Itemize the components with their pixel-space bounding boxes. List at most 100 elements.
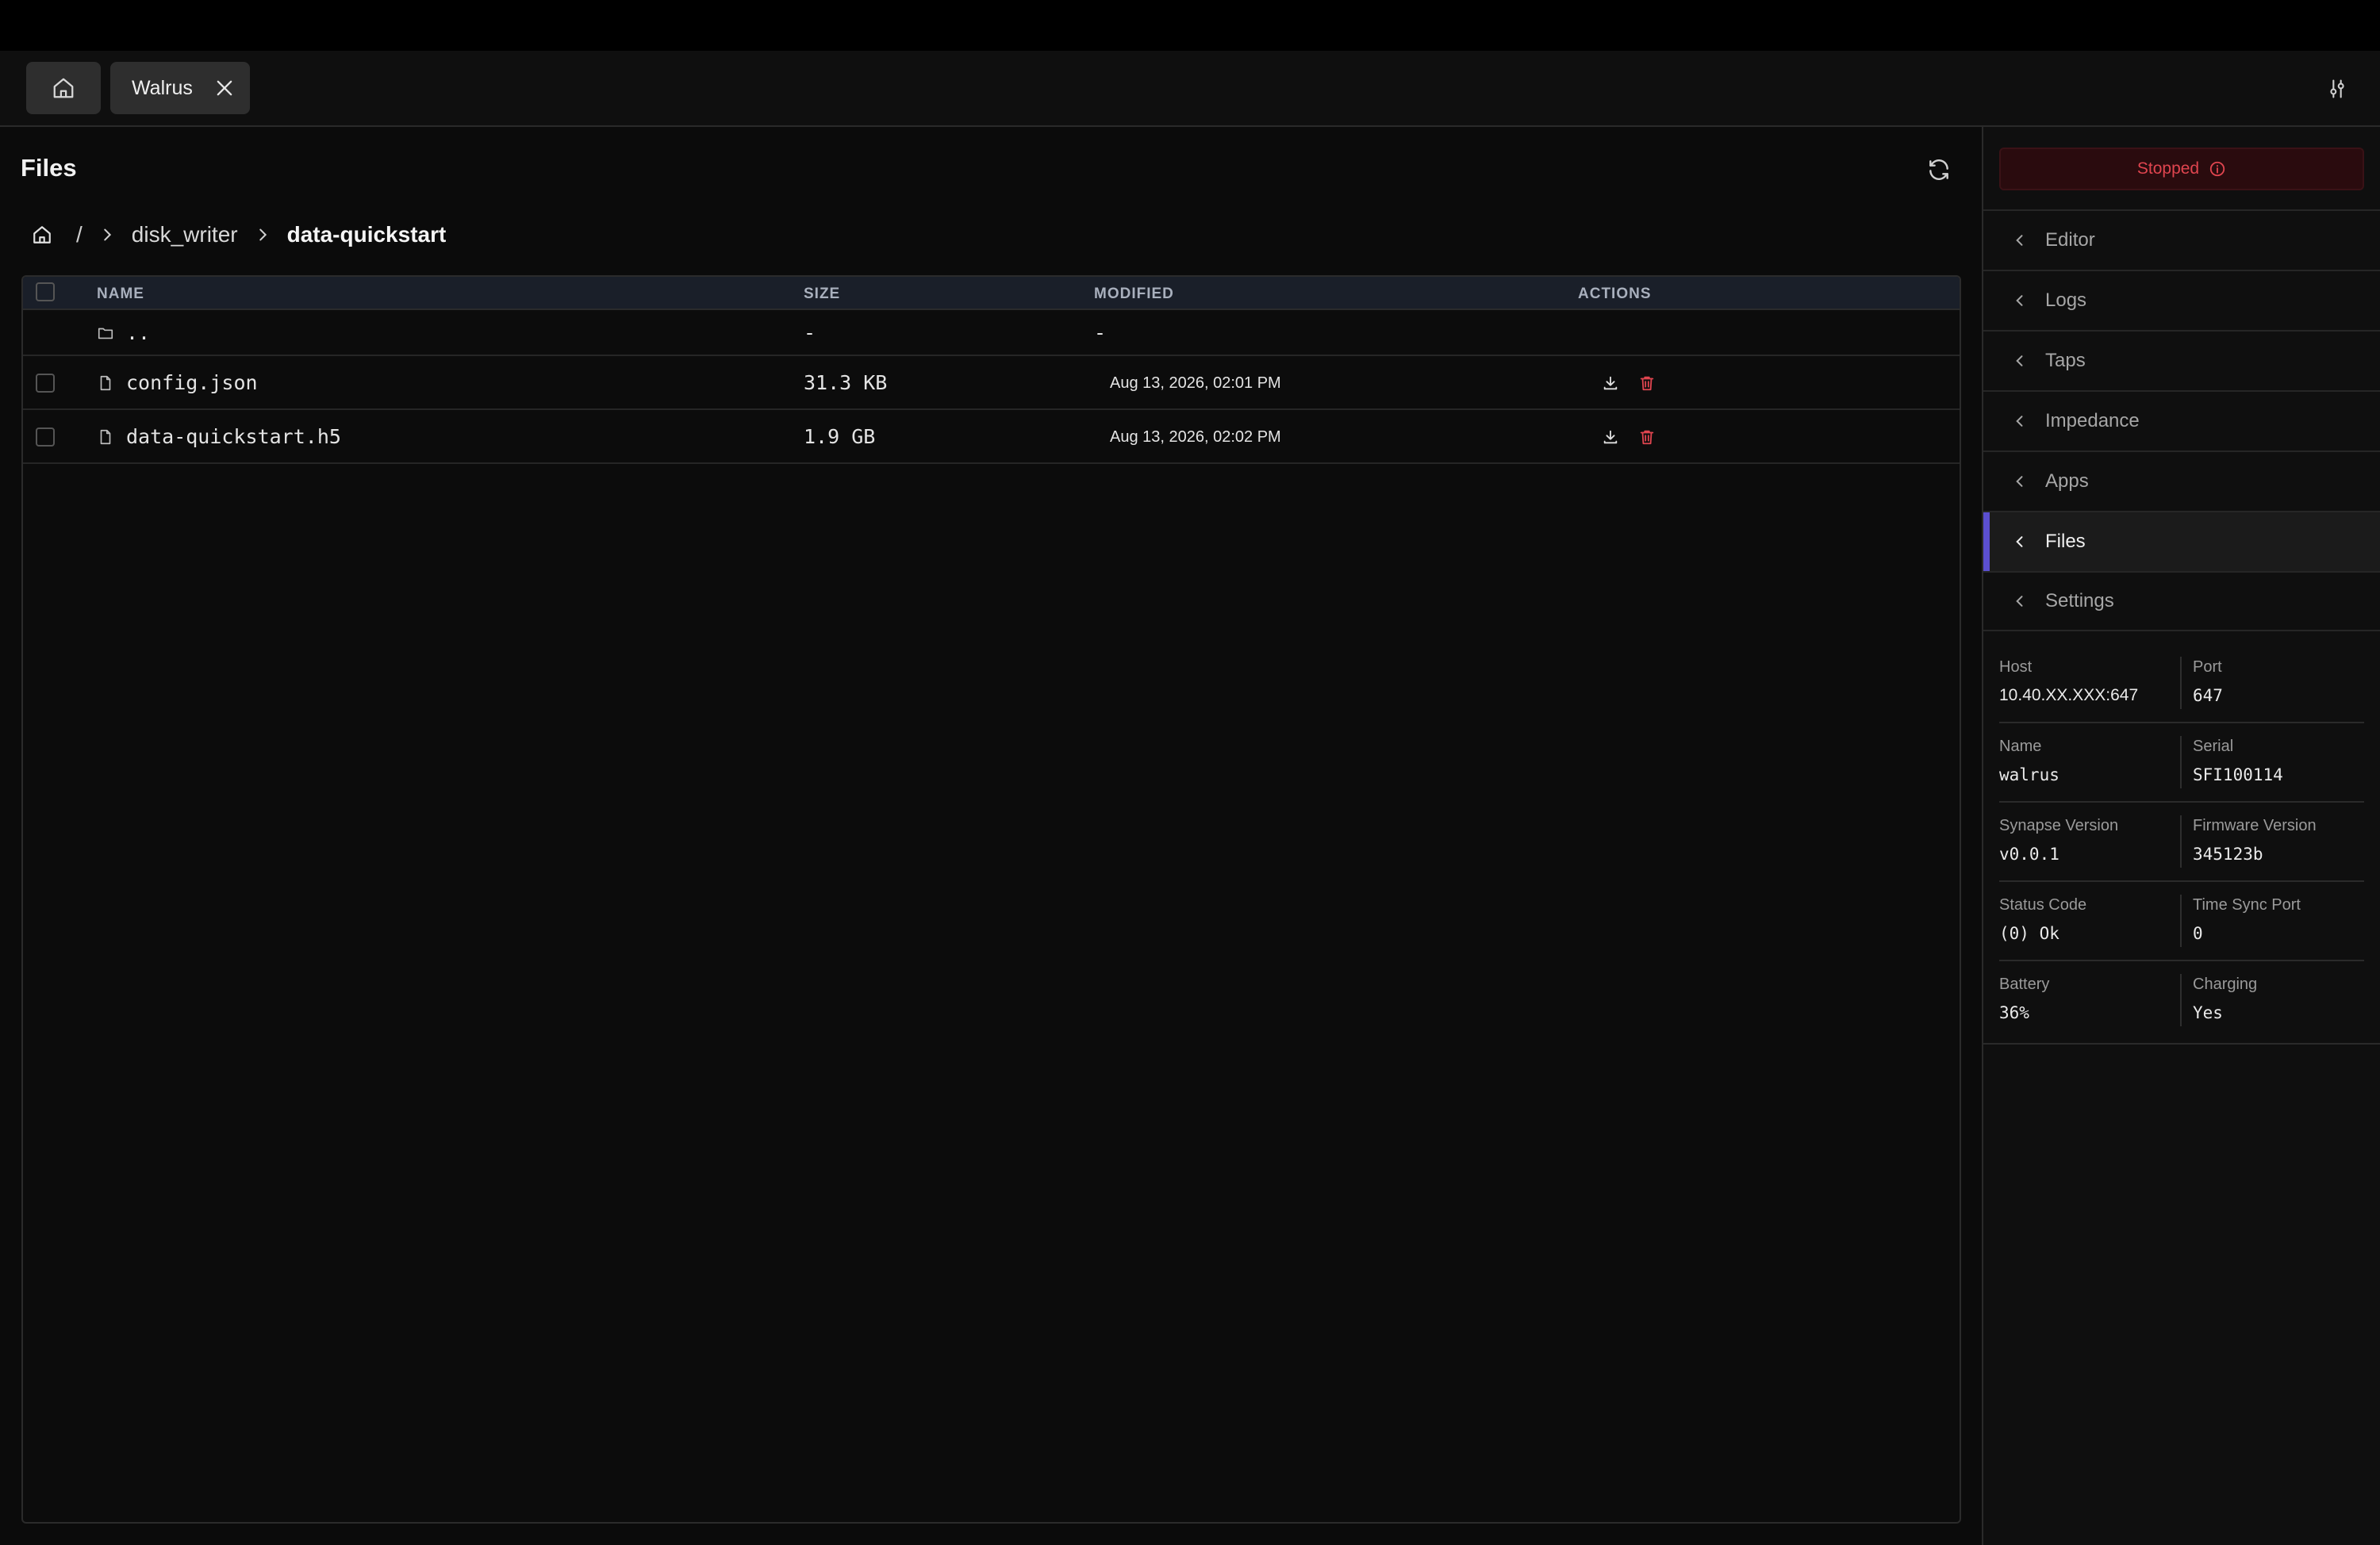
table-row[interactable]: data-quickstart.h5 1.9 GB Aug 13, 2026, … bbox=[23, 410, 1960, 464]
sidebar-item-editor[interactable]: Editor bbox=[1983, 209, 2380, 270]
device-info: Host 10.40.XX.XXX:647 Port 647 Name walr… bbox=[1983, 644, 2380, 1041]
column-header-name[interactable]: NAME bbox=[97, 286, 144, 303]
status-text: Stopped bbox=[2136, 159, 2200, 178]
chevron-left-icon bbox=[2016, 536, 2023, 547]
file-modified: Aug 13, 2026, 02:02 PM bbox=[1110, 428, 1281, 446]
file-name[interactable]: data-quickstart.h5 bbox=[126, 425, 341, 448]
info-synapse-version: Synapse Version v0.0.1 bbox=[1999, 817, 2118, 864]
table-header: NAME SIZE MODIFIED ACTIONS bbox=[23, 277, 1960, 310]
folder-icon bbox=[98, 328, 113, 339]
download-icon[interactable] bbox=[1602, 374, 1619, 392]
info-icon[interactable] bbox=[2209, 160, 2226, 178]
delete-icon[interactable] bbox=[1638, 374, 1656, 392]
chevron-left-icon bbox=[2016, 476, 2023, 487]
sidebar-item-label: Apps bbox=[2045, 470, 2089, 492]
chevron-left-icon bbox=[2016, 596, 2023, 607]
info-row-battery: Battery 36% Charging Yes bbox=[1999, 961, 2364, 1041]
chevron-right-icon bbox=[259, 228, 267, 241]
breadcrumb-item-current: data-quickstart bbox=[286, 222, 447, 247]
info-name: Name walrus bbox=[1999, 738, 2059, 784]
info-label: Firmware Version bbox=[2193, 817, 2317, 834]
settings-sliders-icon[interactable] bbox=[2326, 78, 2348, 100]
close-icon[interactable] bbox=[213, 77, 236, 99]
info-row-name: Name walrus Serial SFI100114 bbox=[1999, 723, 2364, 803]
info-value: walrus bbox=[1999, 765, 2059, 784]
info-label: Serial bbox=[2193, 738, 2234, 755]
info-value: (0) Ok bbox=[1999, 924, 2059, 943]
info-label: Port bbox=[2193, 658, 2222, 676]
column-header-actions: ACTIONS bbox=[1578, 286, 1652, 302]
row-checkbox[interactable] bbox=[36, 374, 55, 393]
info-value: Yes bbox=[2193, 1003, 2223, 1022]
sidebar-item-settings[interactable]: Settings bbox=[1983, 571, 2380, 631]
breadcrumb-item-disk-writer[interactable]: disk_writer bbox=[132, 222, 238, 247]
info-divider bbox=[2180, 736, 2182, 788]
column-header-size[interactable]: SIZE bbox=[804, 286, 840, 303]
row-checkbox[interactable] bbox=[36, 427, 55, 447]
info-value: 36% bbox=[1999, 1003, 2029, 1022]
sidebar-item-taps[interactable]: Taps bbox=[1983, 330, 2380, 390]
table-row[interactable]: config.json 31.3 KB Aug 13, 2026, 02:01 … bbox=[23, 356, 1960, 410]
table-row-parent[interactable]: .. - - bbox=[23, 312, 1960, 356]
breadcrumb-home-icon[interactable] bbox=[32, 224, 52, 245]
info-bottom-divider bbox=[1983, 1043, 2380, 1045]
info-battery: Battery 36% bbox=[1999, 976, 2049, 1022]
breadcrumb: / disk_writer data-quickstart bbox=[32, 219, 462, 251]
sidebar-item-apps[interactable]: Apps bbox=[1983, 450, 2380, 511]
info-label: Synapse Version bbox=[1999, 817, 2119, 834]
info-serial: Serial SFI100114 bbox=[2193, 738, 2283, 784]
sidebar-item-impedance[interactable]: Impedance bbox=[1983, 390, 2380, 450]
info-row-status: Status Code (0) Ok Time Sync Port 0 bbox=[1999, 882, 2364, 961]
info-label: Time Sync Port bbox=[2193, 896, 2301, 914]
chevron-left-icon bbox=[2016, 235, 2023, 246]
info-label: Host bbox=[1999, 658, 2033, 676]
file-name[interactable]: .. bbox=[126, 321, 150, 344]
info-divider bbox=[2180, 895, 2182, 947]
status-badge[interactable]: Stopped bbox=[1999, 148, 2364, 190]
device-tab-label: Walrus bbox=[132, 76, 193, 99]
tab-bar: Walrus bbox=[0, 51, 2380, 127]
sidebar-item-logs[interactable]: Logs bbox=[1983, 270, 2380, 330]
chevron-left-icon bbox=[2016, 355, 2023, 366]
chevron-left-icon bbox=[2016, 416, 2023, 427]
sidebar-item-files[interactable]: Files bbox=[1983, 511, 2380, 571]
file-icon bbox=[100, 375, 111, 391]
info-label: Battery bbox=[1999, 976, 2050, 993]
sidebar-item-label: Impedance bbox=[2045, 410, 2140, 431]
file-size: 31.3 KB bbox=[804, 371, 888, 394]
column-header-modified[interactable]: MODIFIED bbox=[1094, 286, 1174, 303]
file-name[interactable]: config.json bbox=[126, 371, 258, 394]
info-divider bbox=[2180, 815, 2182, 868]
info-label: Charging bbox=[2193, 976, 2258, 993]
info-label: Status Code bbox=[1999, 896, 2087, 914]
info-value: SFI100114 bbox=[2193, 765, 2283, 784]
sidebar-item-label: Editor bbox=[2045, 229, 2095, 251]
breadcrumb-root[interactable]: / bbox=[76, 222, 83, 247]
delete-icon[interactable] bbox=[1638, 428, 1656, 446]
file-table: NAME SIZE MODIFIED ACTIONS .. - - config… bbox=[21, 275, 1961, 1524]
home-tab[interactable] bbox=[26, 62, 101, 114]
file-icon bbox=[100, 429, 111, 445]
window-titlebar bbox=[0, 0, 2380, 51]
sidebar-item-label: Logs bbox=[2045, 289, 2087, 311]
refresh-icon[interactable] bbox=[1926, 157, 1952, 182]
chevron-left-icon bbox=[2016, 295, 2023, 306]
sidebar-nav: Editor Logs Taps Impedance Apps Files Se… bbox=[1983, 209, 2380, 631]
info-row-host: Host 10.40.XX.XXX:647 Port 647 bbox=[1999, 644, 2364, 723]
file-modified: Aug 13, 2026, 02:01 PM bbox=[1110, 374, 1281, 392]
info-row-version: Synapse Version v0.0.1 Firmware Version … bbox=[1999, 803, 2364, 882]
info-value: 0 bbox=[2193, 924, 2203, 943]
page-title: Files bbox=[21, 154, 77, 182]
info-time-sync-port: Time Sync Port 0 bbox=[2193, 896, 2301, 943]
info-host: Host 10.40.XX.XXX:647 bbox=[1999, 658, 2138, 705]
chevron-right-icon bbox=[104, 228, 111, 241]
download-icon[interactable] bbox=[1602, 428, 1619, 446]
info-divider bbox=[2180, 657, 2182, 709]
sidebar-item-label: Taps bbox=[2045, 350, 2086, 371]
select-all-checkbox[interactable] bbox=[36, 282, 55, 301]
info-value: v0.0.1 bbox=[1999, 845, 2059, 864]
device-tab-walrus[interactable]: Walrus bbox=[110, 62, 250, 114]
info-value: 10.40.XX.XXX:647 bbox=[1999, 686, 2139, 704]
info-port: Port 647 bbox=[2193, 658, 2223, 705]
info-divider bbox=[2180, 974, 2182, 1026]
